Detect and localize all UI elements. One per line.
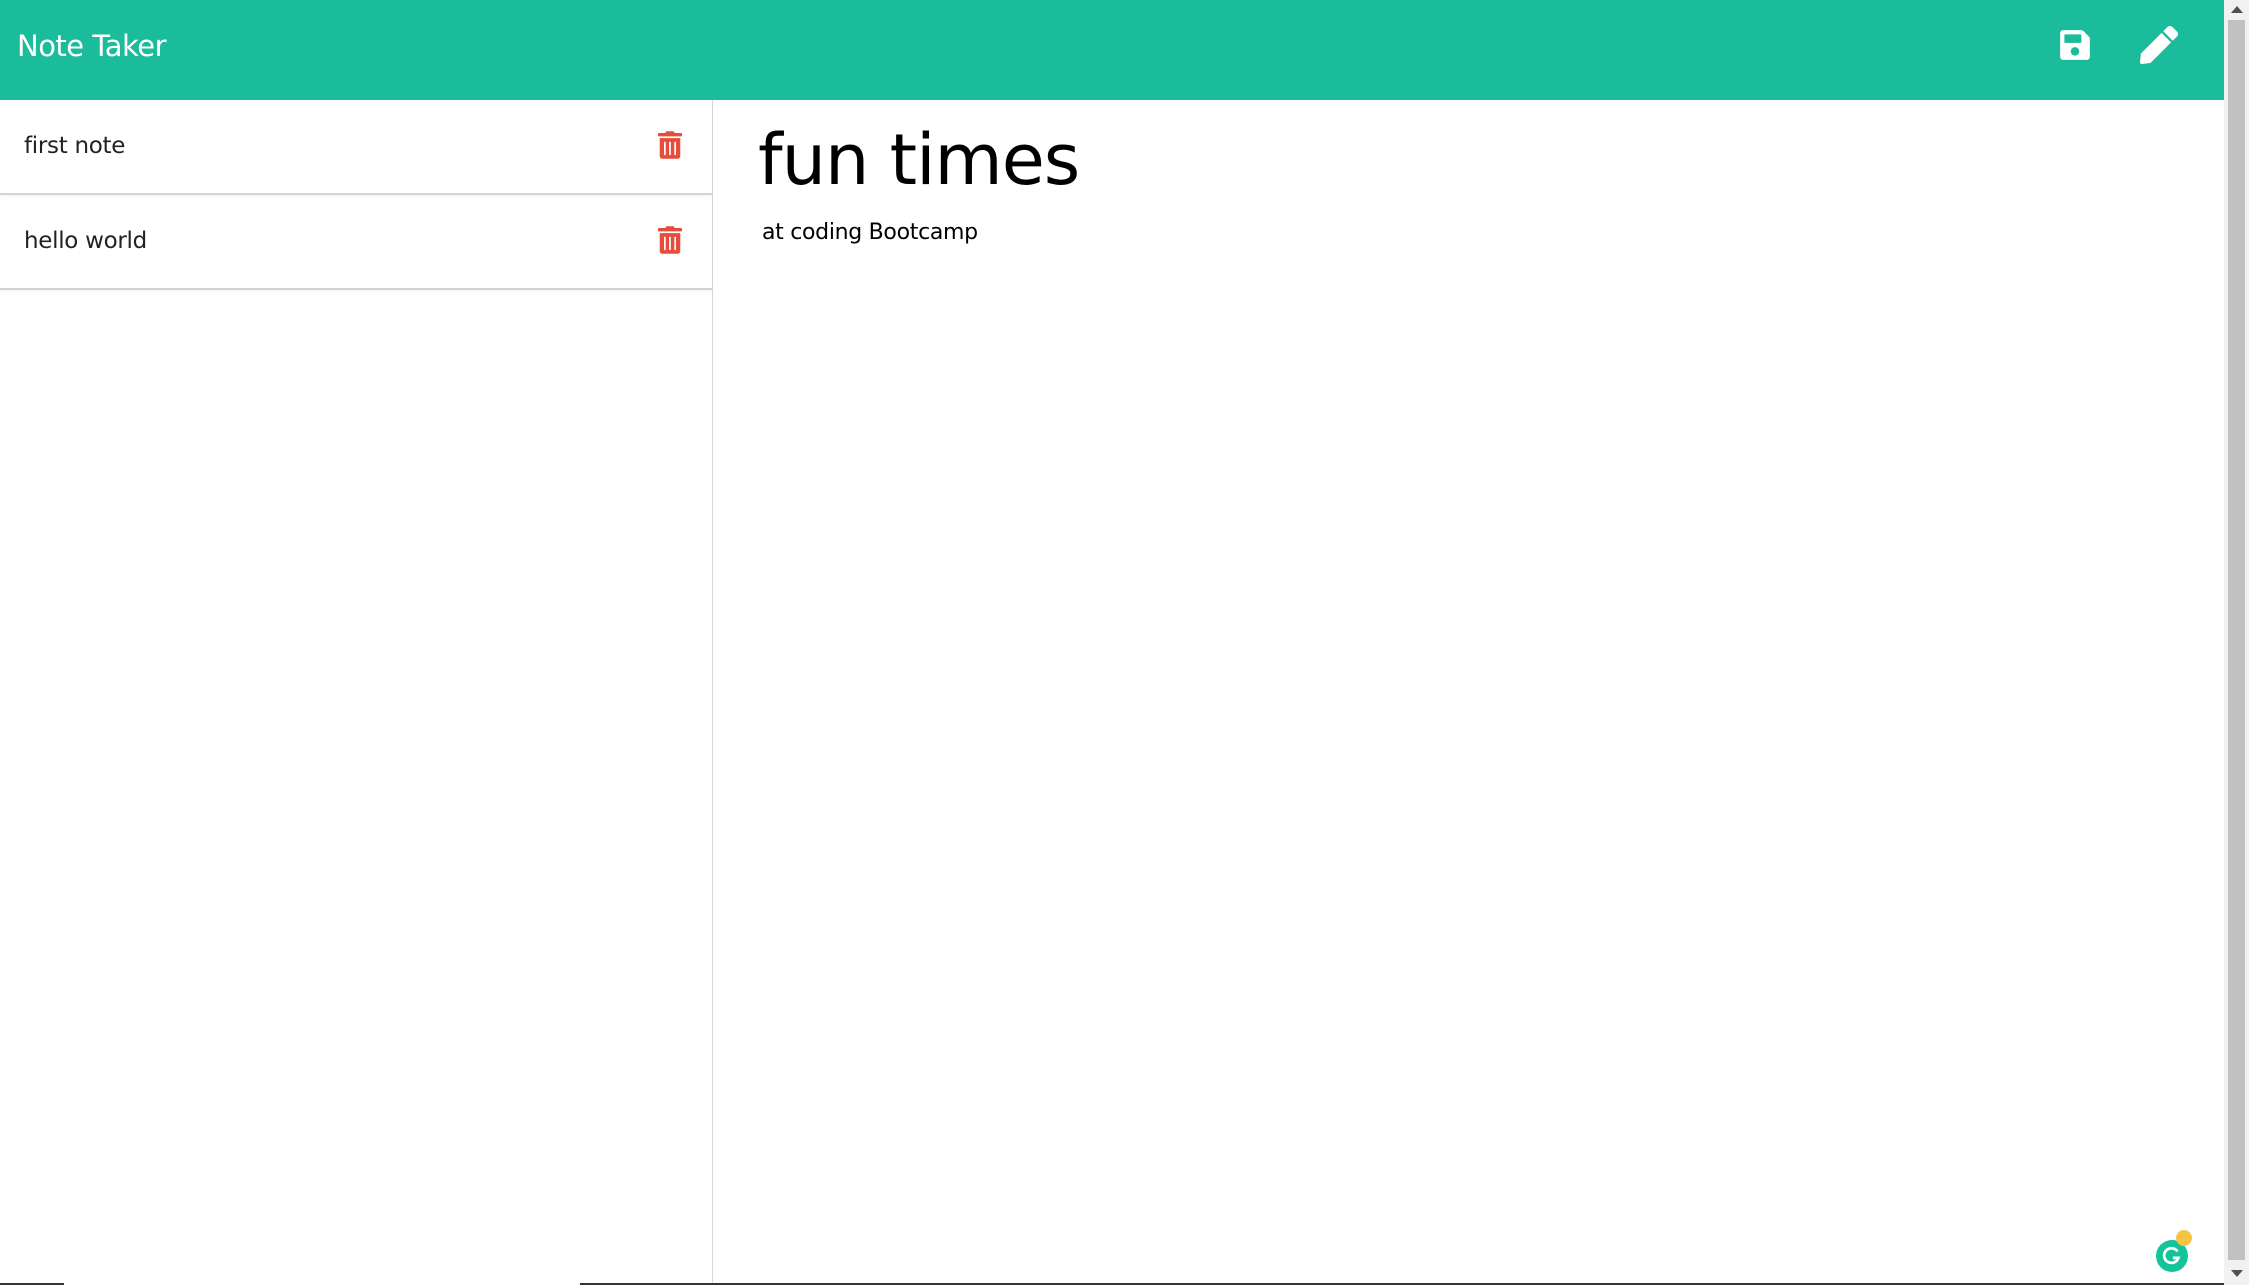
note-taker-page: Note Taker first note hello world fun ti… (0, 0, 2249, 1285)
navbar: Note Taker (0, 0, 2224, 100)
note-list-sidebar: first note hello world (0, 100, 713, 1285)
scroll-up-arrow-icon[interactable] (2231, 6, 2243, 13)
scroll-thumb[interactable] (2228, 20, 2245, 1260)
scroll-down-arrow-icon[interactable] (2231, 1270, 2243, 1277)
note-text-area[interactable]: at coding Bootcamp (762, 220, 978, 245)
pencil-icon[interactable] (2136, 22, 2182, 68)
brand-title[interactable]: Note Taker (17, 29, 167, 63)
note-list-item[interactable]: first note (0, 100, 712, 195)
note-list-item-title[interactable]: hello world (24, 228, 147, 254)
note-list-item[interactable]: hello world (0, 195, 712, 290)
grammarly-alert-badge (2176, 1230, 2192, 1246)
trash-icon[interactable] (656, 223, 684, 257)
note-list-item-title[interactable]: first note (24, 133, 125, 159)
vertical-scrollbar[interactable] (2224, 0, 2249, 1285)
trash-icon[interactable] (656, 128, 684, 162)
note-editor: fun times at coding Bootcamp (713, 100, 2224, 1285)
save-icon[interactable] (2052, 22, 2098, 68)
note-title-input[interactable]: fun times (758, 122, 1080, 199)
